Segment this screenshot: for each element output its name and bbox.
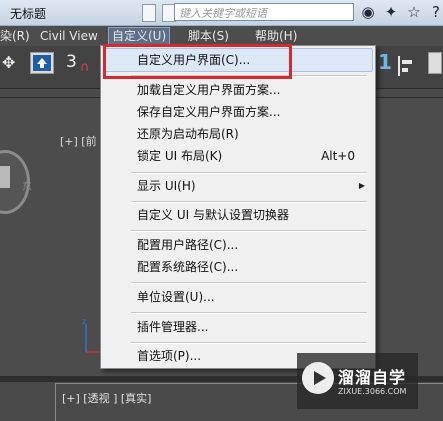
menu-customize[interactable]: 自定义(U) [108,27,171,45]
menu-item-ui-defaults-switcher[interactable]: 自定义 UI 与默认设置切换器 [137,207,289,223]
watermark-name: 溜溜自学 [338,368,407,387]
viewport-front-label[interactable]: [+] [前 ] [60,133,104,149]
menu-gutter [102,47,130,367]
menu-item-show-ui[interactable]: 显示 UI(H) [137,178,196,194]
menu-separator [131,312,367,314]
menu-help[interactable]: 帮助(H) [255,28,297,44]
svg-text:z: z [82,318,86,326]
customize-dropdown-menu: 自定义用户界面(C)... 加载自定义用户界面方案... 保存自定义用户界面方案… [100,45,376,369]
menu-item-lock-ui-layout[interactable]: 锁定 UI 布局(K) [137,148,222,164]
snap-toggle[interactable]: 3 [66,52,77,72]
menu-separator [131,282,367,284]
binoculars-icon[interactable]: ◉ [360,3,376,21]
menu-item-units-setup[interactable]: 单位设置(U)... [137,289,215,305]
window-title: 无标题 [10,7,47,21]
mirror-icon[interactable]: 1 [378,50,392,74]
quick-access-button[interactable] [142,4,156,22]
menu-item-plugin-manager[interactable]: 插件管理器... [137,319,208,335]
magnet-icon[interactable]: ∩ [80,60,90,75]
menu-shortcut-lock-ui: Alt+0 [321,149,355,163]
submenu-arrow-icon: ▶ [358,181,365,190]
select-tool-button[interactable] [30,52,54,74]
help-icon[interactable]: ? [428,3,443,21]
menu-item-save-ui-scheme[interactable]: 保存自定义用户界面方案... [137,104,280,120]
viewcube-east-label: 东 [22,182,32,193]
star-icon[interactable]: ☆ [406,3,422,21]
menu-rendering[interactable]: 染(R) [0,28,30,44]
menu-separator [131,342,367,344]
menu-item-configure-user-paths[interactable]: 配置用户路径(C)... [137,237,238,253]
satellite-icon[interactable]: ✦ [383,3,399,21]
annotation-highlight-box [103,44,292,79]
menu-separator [131,230,367,232]
play-logo-icon [302,362,334,394]
search-input[interactable]: 键入关键字或短语 [174,3,354,21]
menu-bar: 染(R) Civil View 自定义(U) 脚本(S) 帮助(H) [0,26,443,46]
menu-civil-view[interactable]: Civil View [40,28,98,44]
align-icon[interactable] [396,54,416,78]
menu-item-configure-system-paths[interactable]: 配置系统路径(C)... [137,259,238,275]
watermark-url: ZIXUE.3066.COM [338,387,407,396]
viewcube-face[interactable] [0,166,10,188]
menu-item-revert-startup-layout[interactable]: 还原为启动布局(R) [137,126,239,142]
layer-button[interactable] [428,52,442,74]
viewport-perspective-label[interactable]: [+] [透视 ] [真实] [62,390,151,406]
menu-separator [131,201,367,203]
menu-item-load-ui-scheme[interactable]: 加载自定义用户界面方案... [137,82,280,98]
upload-icon [33,55,51,71]
menu-separator [131,172,367,174]
move-icon[interactable]: ✥ [2,53,15,72]
menu-item-preferences[interactable]: 首选项(P)... [137,348,201,364]
menu-scripting[interactable]: 脚本(S) [188,28,229,44]
title-bar: 无标题 键入关键字或短语 ◉ ✦ ☆ ? [0,0,443,26]
